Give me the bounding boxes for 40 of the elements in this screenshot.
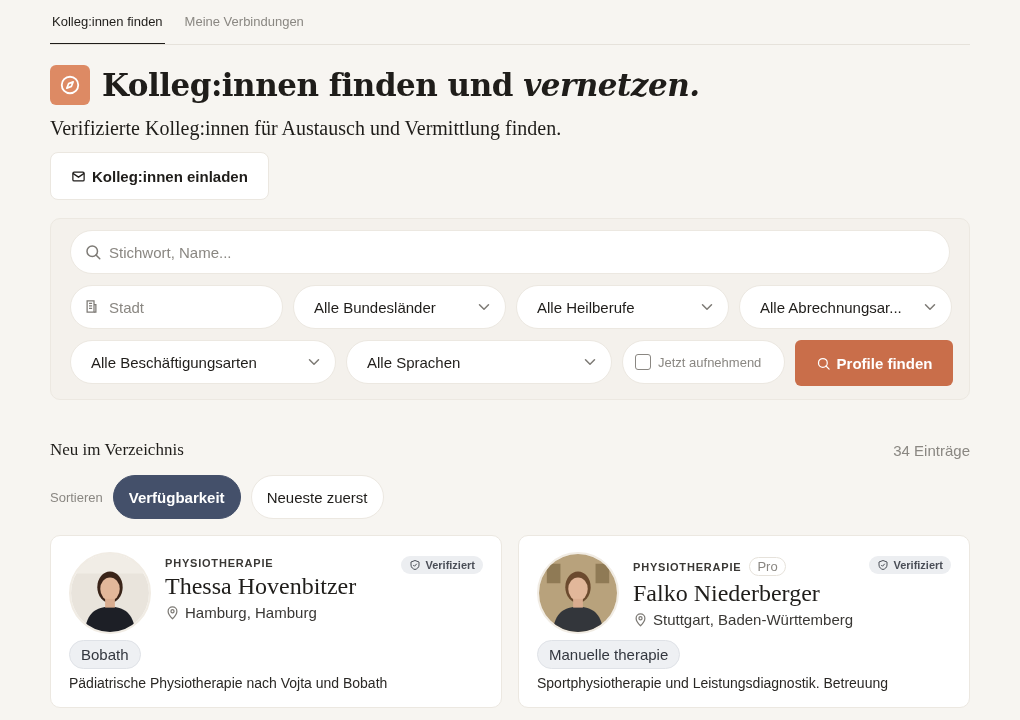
section-title: Neu im Verzeichnis: [50, 440, 184, 460]
location-pin-icon: [633, 612, 648, 627]
dropdown[interactable]: Alle Sprachen: [346, 340, 612, 384]
checkbox[interactable]: [635, 354, 651, 370]
profile-description: Pädiatrische Physiotherapie nach Vojta und Bobath: [69, 675, 389, 691]
page-title: Kolleg:innen finden und vernetzen.: [102, 67, 700, 103]
profile-name: Falko Niederberger: [633, 580, 821, 607]
invite-button[interactable]: Kolleg:innen einladen: [50, 152, 269, 200]
dropdown[interactable]: Alle Beschäftigungsarten: [70, 340, 336, 384]
search-icon: [84, 243, 102, 261]
sort-label: Sortieren: [50, 489, 103, 505]
city-field[interactable]: Stadt: [70, 285, 283, 329]
shield-check-icon: [409, 559, 422, 571]
location-pin-icon: [165, 605, 180, 620]
dropdown[interactable]: Alle Heilberufe: [516, 285, 729, 329]
checkbox-label: Jetzt aufnehmend: [658, 354, 762, 370]
search-icon: [815, 355, 831, 371]
profile-description: Sportphysiotherapie und Leistungsdiagnostik. Betreuung: [537, 675, 890, 691]
search-field[interactable]: Stichwort, Name...: [70, 230, 950, 274]
tab[interactable]: Kolleg:innen finden: [50, 0, 165, 44]
profile-name: Thessa Hovenbitzer: [165, 573, 358, 600]
verified-badge: Verifiziert: [401, 556, 483, 574]
building-icon: [84, 299, 99, 314]
dropdown[interactable]: Alle Abrechnungsar...: [739, 285, 952, 329]
shield-check-icon: [877, 559, 890, 571]
category-label: PHYSIOTHERAPIE: [165, 557, 274, 569]
sort-option[interactable]: Neueste zuerst: [250, 475, 384, 519]
find-button[interactable]: Profile finden: [795, 340, 953, 386]
page-subtitle: Verifizierte Kolleg:innen für Austausch und Vermittlung finden.: [50, 117, 563, 140]
specialty-tag: Bobath: [69, 640, 141, 669]
profile-location: Stuttgart, Baden-Württemberg: [653, 611, 854, 628]
profile-location: Hamburg, Hamburg: [185, 604, 317, 621]
specialty-tag: Manuelle therapie: [537, 640, 681, 669]
compass-icon: [50, 65, 90, 105]
entry-count: 34 Einträge: [893, 441, 970, 459]
mail-icon: [71, 168, 86, 184]
sort-option[interactable]: Verfügbarkeit: [112, 475, 241, 519]
verified-badge: Verifiziert: [869, 556, 951, 574]
dropdown[interactable]: Alle Bundesländer: [293, 285, 506, 329]
category-label: PHYSIOTHERAPIE: [633, 560, 742, 573]
